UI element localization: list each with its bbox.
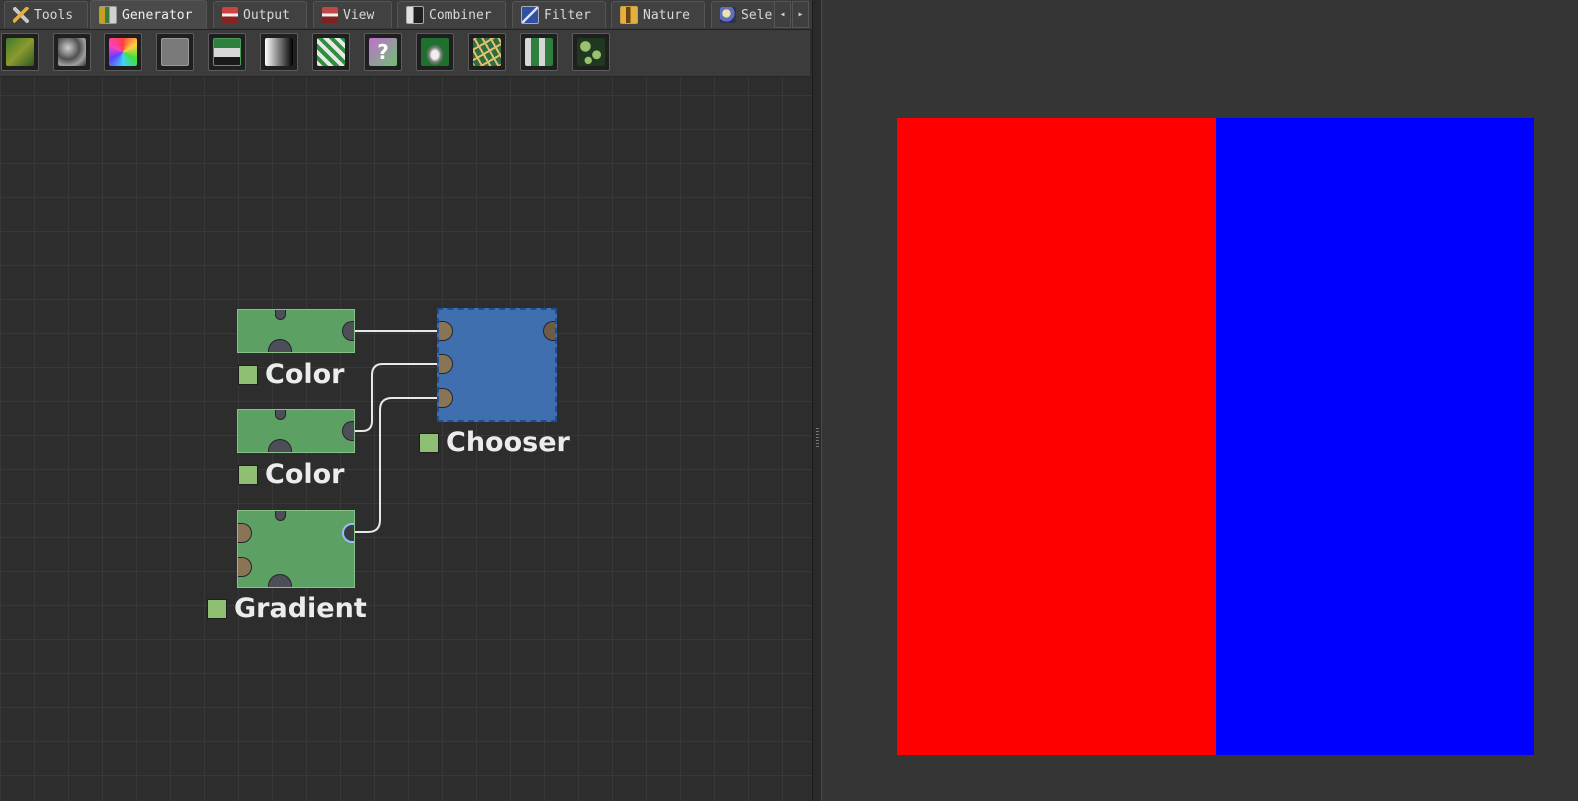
tab-tools[interactable]: Tools [4, 1, 88, 28]
chooser-node[interactable] [437, 308, 557, 422]
cell-pattern-icon [577, 38, 605, 66]
tile-grid-icon [525, 38, 553, 66]
preview-left-half [897, 118, 1216, 755]
checker-pattern-button[interactable] [312, 33, 350, 71]
node-input-port-1[interactable] [439, 321, 453, 341]
wire-gradient-to-chooser [350, 397, 440, 533]
node-input-port-left-1[interactable] [238, 523, 252, 543]
combiner-icon [406, 6, 424, 24]
gradient-button[interactable] [260, 33, 298, 71]
node-label: Color [265, 359, 345, 390]
node-label: Chooser [446, 427, 570, 458]
color-node-1-caption: Color [238, 361, 344, 388]
node-output-port-right[interactable] [342, 421, 354, 441]
preview-image [897, 118, 1534, 755]
tab-label: Generator [122, 7, 193, 23]
help-question-icon: ? [369, 38, 397, 66]
tab-generator[interactable]: Generator [90, 0, 207, 29]
node-editor-pane: Tools Generator Output View Combiner Fil… [0, 0, 812, 801]
bump-sphere-button[interactable] [416, 33, 454, 71]
node-input-port-left-2[interactable] [238, 557, 252, 577]
tab-scroll-right-button[interactable]: ▸ [792, 1, 809, 28]
chevron-left-icon: ◂ [779, 9, 786, 20]
nature-icon [620, 6, 638, 24]
cell-pattern-button[interactable] [572, 33, 610, 71]
tab-label: Filter [544, 7, 591, 23]
noise-generator-icon [58, 38, 86, 66]
node-output-port-right[interactable] [342, 523, 354, 543]
solid-color-button[interactable] [156, 33, 194, 71]
rainbow-color-icon [109, 38, 137, 66]
tab-scroll-left-button[interactable]: ◂ [774, 1, 791, 28]
tab-view[interactable]: View [313, 1, 392, 28]
node-output-port-bottom[interactable] [268, 439, 292, 452]
terrain-generator-button[interactable] [1, 33, 39, 71]
tab-label: Output [243, 7, 290, 23]
terrain-generator-icon [6, 38, 34, 66]
save-file-button[interactable] [208, 33, 246, 71]
select-icon [720, 7, 736, 23]
node-input-port-top[interactable] [275, 410, 286, 420]
node-output-port-right[interactable] [543, 321, 555, 341]
color-node-2[interactable] [237, 409, 355, 453]
gradient-node[interactable] [237, 510, 355, 588]
generator-icon [99, 6, 117, 24]
bump-sphere-icon [421, 38, 449, 66]
node-graph-canvas[interactable]: Color Color Gradient Chooser [0, 77, 812, 801]
node-input-port-top[interactable] [275, 310, 286, 320]
filter-icon [521, 6, 539, 24]
solid-color-icon [161, 38, 189, 66]
tile-grid-button[interactable] [520, 33, 558, 71]
tab-label: Nature [643, 7, 690, 23]
help-question-button[interactable]: ? [364, 33, 402, 71]
chooser-node-caption: Chooser [419, 429, 570, 456]
gradient-node-caption: Gradient [207, 595, 367, 622]
node-color-swatch [238, 364, 258, 385]
checker-pattern-icon [317, 38, 345, 66]
tab-label: Sele [741, 7, 773, 23]
tab-label: View [343, 7, 375, 23]
node-label: Gradient [234, 593, 367, 624]
save-file-icon [213, 38, 241, 66]
preview-right-half [1215, 118, 1534, 755]
pane-splitter[interactable] [812, 0, 822, 801]
color-node-2-caption: Color [238, 461, 344, 488]
node-output-port-bottom[interactable] [268, 339, 292, 352]
tab-label: Tools [34, 7, 74, 23]
noise-generator-button[interactable] [53, 33, 91, 71]
node-color-swatch [419, 432, 439, 453]
node-color-swatch [238, 464, 258, 485]
node-input-port-3[interactable] [439, 388, 453, 408]
node-output-port-bottom[interactable] [268, 574, 292, 587]
tab-combiner[interactable]: Combiner [397, 1, 506, 28]
connection-wires [350, 330, 440, 533]
chevron-right-icon: ▸ [797, 9, 804, 20]
output-icon [222, 7, 238, 23]
crackle-pattern-button[interactable] [468, 33, 506, 71]
rainbow-color-button[interactable] [104, 33, 142, 71]
preview-pane [822, 0, 1578, 801]
crackle-pattern-icon [473, 38, 501, 66]
tab-label: Combiner [429, 7, 492, 23]
node-input-port-top[interactable] [275, 511, 286, 521]
category-tab-bar: Tools Generator Output View Combiner Fil… [0, 0, 812, 30]
node-input-port-2[interactable] [439, 354, 453, 374]
color-node-1[interactable] [237, 309, 355, 353]
gradient-icon [265, 38, 293, 66]
node-color-swatch [207, 598, 227, 619]
tab-nature[interactable]: Nature [611, 1, 705, 28]
tab-select[interactable]: Sele [711, 1, 775, 28]
node-label: Color [265, 459, 345, 490]
splitter-grip-icon[interactable] [816, 428, 819, 448]
tab-filter[interactable]: Filter [512, 1, 606, 28]
node-output-port-right[interactable] [342, 321, 354, 341]
view-icon [322, 7, 338, 23]
generator-toolbar: ? [0, 30, 810, 77]
tools-icon [13, 7, 29, 23]
tab-output[interactable]: Output [213, 1, 307, 28]
